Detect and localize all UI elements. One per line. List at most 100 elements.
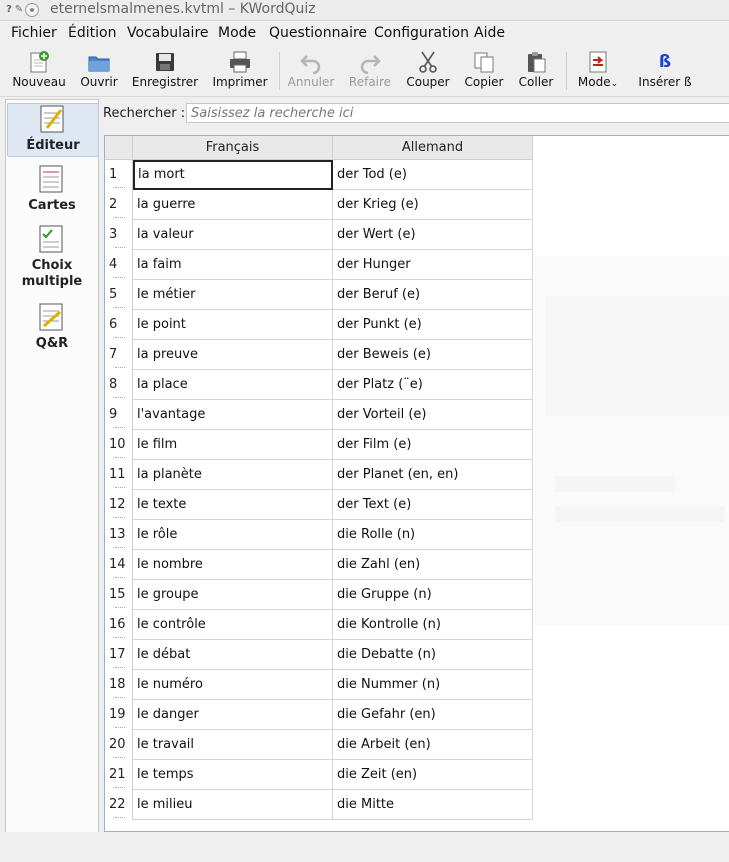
french-cell[interactable]: le texte: [133, 490, 333, 520]
french-cell[interactable]: la place: [133, 370, 333, 400]
french-cell[interactable]: le travail: [133, 730, 333, 760]
german-cell[interactable]: der Planet (en, en): [333, 460, 533, 490]
german-cell[interactable]: die Gefahr (en): [333, 700, 533, 730]
row-number[interactable]: 6: [105, 310, 133, 340]
vocabulary-table[interactable]: Français Allemand 1 la mort der Tod (e) 2 la…: [104, 135, 729, 832]
german-cell[interactable]: der Film (e): [333, 430, 533, 460]
german-cell[interactable]: der Wert (e): [333, 220, 533, 250]
row-number[interactable]: 17: [105, 640, 133, 670]
row-number[interactable]: 13: [105, 520, 133, 550]
row-number[interactable]: 19: [105, 700, 133, 730]
german-cell[interactable]: der Hunger: [333, 250, 533, 280]
french-cell[interactable]: la planète: [133, 460, 333, 490]
german-cell[interactable]: die Gruppe (n): [333, 580, 533, 610]
menu-fichier[interactable]: Fichier: [11, 25, 57, 41]
row-number[interactable]: 22: [105, 790, 133, 820]
french-cell[interactable]: le temps: [133, 760, 333, 790]
search-input[interactable]: [186, 103, 729, 123]
german-cell[interactable]: der Tod (e): [333, 160, 533, 190]
row-number[interactable]: 16: [105, 610, 133, 640]
german-cell[interactable]: die Mitte: [333, 790, 533, 820]
column-header-german[interactable]: Allemand: [333, 136, 533, 160]
french-cell[interactable]: le milieu: [133, 790, 333, 820]
german-cell[interactable]: die Kontrolle (n): [333, 610, 533, 640]
pin-icon[interactable]: [25, 3, 39, 17]
row-number[interactable]: 12: [105, 490, 133, 520]
mode-button[interactable]: Mode⌄: [574, 48, 622, 94]
german-cell[interactable]: die Debatte (n): [333, 640, 533, 670]
mode-label: Mode: [577, 75, 611, 89]
german-cell[interactable]: der Beweis (e): [333, 340, 533, 370]
new-button[interactable]: Nouveau: [10, 48, 68, 94]
eszett-icon: ß: [658, 52, 672, 72]
french-cell[interactable]: le film: [133, 430, 333, 460]
row-number[interactable]: 18: [105, 670, 133, 700]
menu-edition[interactable]: Édition: [68, 25, 116, 41]
undo-button[interactable]: Annuler: [284, 48, 338, 94]
cut-button[interactable]: Couper: [402, 48, 454, 94]
german-cell[interactable]: der Vorteil (e): [333, 400, 533, 430]
redo-button[interactable]: Refaire: [344, 48, 396, 94]
insert-eszett-button[interactable]: ß Insérer ß: [634, 48, 696, 94]
save-button[interactable]: Enregistrer: [130, 48, 200, 94]
french-cell[interactable]: le contrôle: [133, 610, 333, 640]
german-cell[interactable]: die Nummer (n): [333, 670, 533, 700]
window-title: eternelsmalmenes.kvtml – KWordQuiz: [50, 1, 316, 17]
row-number[interactable]: 8: [105, 370, 133, 400]
print-button[interactable]: Imprimer: [208, 48, 272, 94]
row-number[interactable]: 5: [105, 280, 133, 310]
french-cell[interactable]: la faim: [133, 250, 333, 280]
row-number[interactable]: 15: [105, 580, 133, 610]
french-cell[interactable]: le groupe: [133, 580, 333, 610]
french-cell[interactable]: le métier: [133, 280, 333, 310]
copy-button[interactable]: Copier: [460, 48, 508, 94]
row-number[interactable]: 9: [105, 400, 133, 430]
column-header-french[interactable]: Français: [133, 136, 333, 160]
french-cell[interactable]: le rôle: [133, 520, 333, 550]
row-number[interactable]: 7: [105, 340, 133, 370]
french-cell[interactable]: le nombre: [133, 550, 333, 580]
row-number[interactable]: 14: [105, 550, 133, 580]
french-cell[interactable]: la preuve: [133, 340, 333, 370]
menu-vocabulaire[interactable]: Vocabulaire: [127, 25, 209, 41]
german-cell[interactable]: die Rolle (n): [333, 520, 533, 550]
french-cell[interactable]: le numéro: [133, 670, 333, 700]
german-cell[interactable]: die Zeit (en): [333, 760, 533, 790]
row-number[interactable]: 11: [105, 460, 133, 490]
german-cell[interactable]: der Beruf (e): [333, 280, 533, 310]
french-cell[interactable]: la guerre: [133, 190, 333, 220]
row-number[interactable]: 2: [105, 190, 133, 220]
toolbar: Nouveau Ouvrir Enregistrer Imprimer Annu…: [0, 46, 729, 97]
row-number[interactable]: 1: [105, 160, 133, 190]
sidebar-item-multiple-choice[interactable]: Choix multiple: [7, 224, 97, 294]
german-cell[interactable]: die Arbeit (en): [333, 730, 533, 760]
menu-questionnaire[interactable]: Questionnaire: [269, 25, 367, 41]
paste-button[interactable]: Coller: [514, 48, 558, 94]
paste-clipboard-icon: [528, 52, 546, 73]
sidebar-item-cards[interactable]: Cartes: [7, 164, 97, 216]
multiple-choice-icon: [39, 225, 63, 253]
row-number[interactable]: 21: [105, 760, 133, 790]
french-cell[interactable]: l'avantage: [133, 400, 333, 430]
german-cell[interactable]: der Krieg (e): [333, 190, 533, 220]
french-cell[interactable]: le danger: [133, 700, 333, 730]
german-cell[interactable]: der Punkt (e): [333, 310, 533, 340]
open-button[interactable]: Ouvrir: [76, 48, 122, 94]
row-number[interactable]: 3: [105, 220, 133, 250]
french-cell[interactable]: la valeur: [133, 220, 333, 250]
sidebar-item-qa[interactable]: Q&R: [7, 302, 97, 354]
german-cell[interactable]: die Zahl (en): [333, 550, 533, 580]
french-cell[interactable]: le débat: [133, 640, 333, 670]
french-cell[interactable]: la mort: [133, 160, 333, 190]
row-number[interactable]: 10: [105, 430, 133, 460]
row-number[interactable]: 4: [105, 250, 133, 280]
menu-aide[interactable]: Aide: [474, 25, 505, 41]
german-cell[interactable]: der Platz (¨e): [333, 370, 533, 400]
row-number[interactable]: 20: [105, 730, 133, 760]
menu-configuration[interactable]: Configuration: [374, 25, 469, 41]
german-cell[interactable]: der Text (e): [333, 490, 533, 520]
french-cell[interactable]: le point: [133, 310, 333, 340]
sidebar-item-editor[interactable]: Éditeur: [7, 103, 99, 157]
flashcards-icon: [39, 165, 63, 193]
menu-mode[interactable]: Mode: [218, 25, 256, 41]
